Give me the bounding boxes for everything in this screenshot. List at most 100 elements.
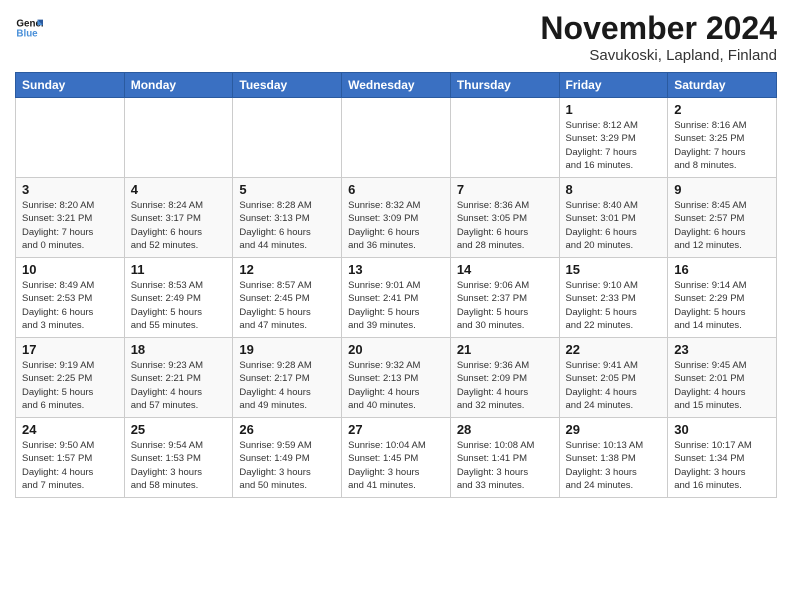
calendar-cell: 11 Sunrise: 8:53 AM Sunset: 2:49 PM Dayli… [124, 258, 233, 338]
calendar-cell [233, 98, 342, 178]
day-number: 4 [131, 182, 227, 197]
calendar-cell: 17 Sunrise: 9:19 AM Sunset: 2:25 PM Dayli… [16, 338, 125, 418]
day-info: Sunrise: 9:06 AM Sunset: 2:37 PM Dayligh… [457, 279, 553, 332]
calendar-cell: 9 Sunrise: 8:45 AM Sunset: 2:57 PM Daylig… [668, 178, 777, 258]
day-info: Sunrise: 9:19 AM Sunset: 2:25 PM Dayligh… [22, 359, 118, 412]
day-number: 30 [674, 422, 770, 437]
calendar-cell: 30Sunrise: 10:17 AM Sunset: 1:34 PM Dayl… [668, 418, 777, 498]
calendar-cell: 29 Sunrise: 10:13 AM Sunset: 1:38 PM Dayl… [559, 418, 668, 498]
day-info: Sunrise: 8:49 AM Sunset: 2:53 PM Dayligh… [22, 279, 118, 332]
day-info: Sunrise: 8:53 AM Sunset: 2:49 PM Dayligh… [131, 279, 227, 332]
day-info: Sunrise: 8:28 AM Sunset: 3:13 PM Dayligh… [239, 199, 335, 252]
calendar-table: Sunday Monday Tuesday Wednesday Thursday… [15, 72, 777, 498]
day-number: 10 [22, 262, 118, 277]
day-info: Sunrise: 8:36 AM Sunset: 3:05 PM Dayligh… [457, 199, 553, 252]
day-info: Sunrise: 10:13 AM Sunset: 1:38 PM Daylig… [566, 439, 662, 492]
day-info: Sunrise: 10:08 AM Sunset: 1:41 PM Daylig… [457, 439, 553, 492]
day-info: Sunrise: 9:28 AM Sunset: 2:17 PM Dayligh… [239, 359, 335, 412]
week-row-4: 24Sunrise: 9:50 AM Sunset: 1:57 PM Dayli… [16, 418, 777, 498]
day-info: Sunrise: 8:45 AM Sunset: 2:57 PM Dayligh… [674, 199, 770, 252]
day-number: 21 [457, 342, 553, 357]
calendar-cell: 22 Sunrise: 9:41 AM Sunset: 2:05 PM Dayli… [559, 338, 668, 418]
calendar-cell: 18Sunrise: 9:23 AM Sunset: 2:21 PM Dayli… [124, 338, 233, 418]
calendar-cell [16, 98, 125, 178]
day-number: 18 [131, 342, 227, 357]
week-row-1: 3Sunrise: 8:20 AM Sunset: 3:21 PM Daylig… [16, 178, 777, 258]
day-info: Sunrise: 9:32 AM Sunset: 2:13 PM Dayligh… [348, 359, 444, 412]
calendar-cell: 10 Sunrise: 8:49 AM Sunset: 2:53 PM Dayli… [16, 258, 125, 338]
calendar-cell: 7 Sunrise: 8:36 AM Sunset: 3:05 PM Daylig… [450, 178, 559, 258]
day-info: Sunrise: 8:40 AM Sunset: 3:01 PM Dayligh… [566, 199, 662, 252]
day-number: 25 [131, 422, 227, 437]
calendar-cell: 16 Sunrise: 9:14 AM Sunset: 2:29 PM Dayli… [668, 258, 777, 338]
calendar-cell: 27 Sunrise: 10:04 AM Sunset: 1:45 PM Dayl… [342, 418, 451, 498]
calendar-cell: 21 Sunrise: 9:36 AM Sunset: 2:09 PM Dayli… [450, 338, 559, 418]
day-info: Sunrise: 9:59 AM Sunset: 1:49 PM Dayligh… [239, 439, 335, 492]
day-number: 20 [348, 342, 444, 357]
day-info: Sunrise: 8:57 AM Sunset: 2:45 PM Dayligh… [239, 279, 335, 332]
day-number: 9 [674, 182, 770, 197]
day-info: Sunrise: 10:04 AM Sunset: 1:45 PM Daylig… [348, 439, 444, 492]
col-monday: Monday [124, 73, 233, 98]
calendar-cell: 15Sunrise: 9:10 AM Sunset: 2:33 PM Dayli… [559, 258, 668, 338]
calendar-cell: 28 Sunrise: 10:08 AM Sunset: 1:41 PM Dayl… [450, 418, 559, 498]
week-row-2: 10 Sunrise: 8:49 AM Sunset: 2:53 PM Dayli… [16, 258, 777, 338]
calendar-cell: 2Sunrise: 8:16 AM Sunset: 3:25 PM Daylig… [668, 98, 777, 178]
calendar-cell: 12 Sunrise: 8:57 AM Sunset: 2:45 PM Dayli… [233, 258, 342, 338]
day-info: Sunrise: 9:36 AM Sunset: 2:09 PM Dayligh… [457, 359, 553, 412]
day-info: Sunrise: 9:14 AM Sunset: 2:29 PM Dayligh… [674, 279, 770, 332]
calendar-cell: 6 Sunrise: 8:32 AM Sunset: 3:09 PM Daylig… [342, 178, 451, 258]
day-number: 28 [457, 422, 553, 437]
day-info: Sunrise: 8:20 AM Sunset: 3:21 PM Dayligh… [22, 199, 118, 252]
calendar-cell: 5 Sunrise: 8:28 AM Sunset: 3:13 PM Daylig… [233, 178, 342, 258]
calendar-cell: 24Sunrise: 9:50 AM Sunset: 1:57 PM Dayli… [16, 418, 125, 498]
day-number: 17 [22, 342, 118, 357]
col-saturday: Saturday [668, 73, 777, 98]
day-number: 6 [348, 182, 444, 197]
subtitle: Savukoski, Lapland, Finland [540, 47, 777, 64]
calendar-cell: 19 Sunrise: 9:28 AM Sunset: 2:17 PM Dayli… [233, 338, 342, 418]
day-number: 29 [566, 422, 662, 437]
day-number: 19 [239, 342, 335, 357]
calendar-cell: 3Sunrise: 8:20 AM Sunset: 3:21 PM Daylig… [16, 178, 125, 258]
col-wednesday: Wednesday [342, 73, 451, 98]
day-info: Sunrise: 9:50 AM Sunset: 1:57 PM Dayligh… [22, 439, 118, 492]
day-number: 8 [566, 182, 662, 197]
day-number: 1 [566, 102, 662, 117]
calendar-cell: 1 Sunrise: 8:12 AM Sunset: 3:29 PM Daylig… [559, 98, 668, 178]
day-info: Sunrise: 8:16 AM Sunset: 3:25 PM Dayligh… [674, 119, 770, 172]
day-number: 11 [131, 262, 227, 277]
week-row-0: 1 Sunrise: 8:12 AM Sunset: 3:29 PM Daylig… [16, 98, 777, 178]
calendar-cell: 25 Sunrise: 9:54 AM Sunset: 1:53 PM Dayli… [124, 418, 233, 498]
day-number: 7 [457, 182, 553, 197]
calendar-cell: 26Sunrise: 9:59 AM Sunset: 1:49 PM Dayli… [233, 418, 342, 498]
day-number: 27 [348, 422, 444, 437]
calendar-cell [450, 98, 559, 178]
day-info: Sunrise: 8:12 AM Sunset: 3:29 PM Dayligh… [566, 119, 662, 172]
col-friday: Friday [559, 73, 668, 98]
day-number: 14 [457, 262, 553, 277]
day-info: Sunrise: 9:54 AM Sunset: 1:53 PM Dayligh… [131, 439, 227, 492]
day-number: 12 [239, 262, 335, 277]
col-tuesday: Tuesday [233, 73, 342, 98]
calendar-cell: 23Sunrise: 9:45 AM Sunset: 2:01 PM Dayli… [668, 338, 777, 418]
day-info: Sunrise: 9:10 AM Sunset: 2:33 PM Dayligh… [566, 279, 662, 332]
logo-icon: General Blue [15, 14, 43, 42]
calendar-cell: 14 Sunrise: 9:06 AM Sunset: 2:37 PM Dayli… [450, 258, 559, 338]
day-info: Sunrise: 8:32 AM Sunset: 3:09 PM Dayligh… [348, 199, 444, 252]
calendar-page: General Blue November 2024 Savukoski, La… [0, 0, 792, 612]
logo: General Blue [15, 14, 43, 42]
day-info: Sunrise: 9:41 AM Sunset: 2:05 PM Dayligh… [566, 359, 662, 412]
svg-text:Blue: Blue [16, 28, 38, 39]
day-number: 22 [566, 342, 662, 357]
calendar-cell: 20 Sunrise: 9:32 AM Sunset: 2:13 PM Dayli… [342, 338, 451, 418]
day-number: 13 [348, 262, 444, 277]
header-row: Sunday Monday Tuesday Wednesday Thursday… [16, 73, 777, 98]
col-thursday: Thursday [450, 73, 559, 98]
calendar-cell: 8 Sunrise: 8:40 AM Sunset: 3:01 PM Daylig… [559, 178, 668, 258]
calendar-cell [342, 98, 451, 178]
calendar-cell: 13 Sunrise: 9:01 AM Sunset: 2:41 PM Dayli… [342, 258, 451, 338]
day-number: 5 [239, 182, 335, 197]
day-info: Sunrise: 9:01 AM Sunset: 2:41 PM Dayligh… [348, 279, 444, 332]
day-number: 16 [674, 262, 770, 277]
